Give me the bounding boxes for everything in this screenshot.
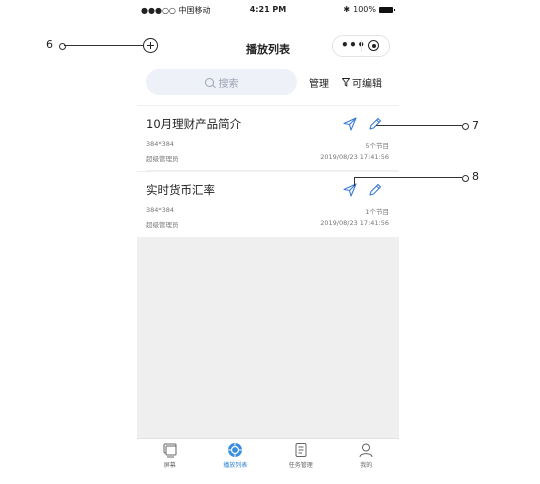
tab-label: 播放列表 (223, 462, 248, 469)
task-icon (295, 443, 307, 457)
tab-playlist[interactable]: 播放列表 (203, 439, 269, 472)
callout-7-dot (462, 123, 469, 130)
search-input[interactable]: 搜索 (146, 69, 297, 95)
edit-icon[interactable] (367, 116, 383, 132)
playlist-card[interactable]: 10月理财产品简介 384*384 5个节目 超级管理员 2019/08/23 … (137, 106, 399, 171)
tab-profile[interactable]: 我的 (334, 439, 400, 472)
playlist-card[interactable]: 实时货币汇率 384*384 1个节目 超级管理员 2019/08/23 17:… (137, 172, 399, 237)
tab-label: 我的 (360, 462, 373, 469)
playlist-title: 实时货币汇率 (146, 183, 215, 197)
callout-8-label: 8 (472, 170, 479, 183)
callout-8-line (354, 177, 462, 178)
playlist-date: 2019/08/23 17:41:56 (320, 219, 389, 227)
filter-icon (342, 78, 350, 87)
callout-8-connector (354, 177, 355, 186)
playlist-resolution: 384*384 (146, 206, 175, 214)
tab-tasks[interactable]: 任务管理 (268, 439, 334, 472)
close-miniprogram-icon[interactable] (368, 40, 379, 51)
battery-icon (379, 6, 395, 13)
manage-button[interactable]: 管理 (309, 75, 329, 90)
bluetooth-icon: ✱ (343, 5, 351, 14)
edit-icon[interactable] (367, 182, 383, 198)
playlist-owner: 超级管理员 (146, 221, 179, 229)
capsule-divider (361, 40, 362, 52)
program-count: 5个节目 (365, 142, 389, 150)
screen-icon (163, 443, 177, 458)
callout-6-line (64, 45, 144, 46)
phone-screen: ●●●○○ 中国移动 4:21 PM ✱ 100% 播放列表 ••• 搜索 管理… (137, 0, 399, 472)
navigation-bar: 播放列表 ••• (137, 20, 399, 60)
list-toolbar: 搜索 管理 可编辑 (137, 60, 399, 105)
callout-7-line (376, 125, 462, 126)
profile-icon (359, 443, 373, 458)
search-placeholder: 搜索 (218, 78, 239, 90)
tab-bar: 屏幕 播放列表 任务管理 我的 (137, 438, 399, 472)
playlist-resolution: 384*384 (146, 140, 175, 148)
playlist-owner: 超级管理员 (146, 155, 179, 163)
send-icon[interactable] (342, 182, 358, 198)
callout-8-dot (462, 175, 469, 182)
callout-7-label: 7 (472, 119, 479, 132)
tab-label: 屏幕 (163, 462, 176, 469)
callout-6-label: 6 (46, 38, 53, 51)
playlist-title: 10月理财产品简介 (146, 117, 242, 131)
editable-filter-button[interactable]: 可编辑 (342, 75, 382, 90)
tab-label: 任务管理 (288, 462, 313, 469)
program-count: 1个节目 (365, 208, 389, 216)
miniprogram-capsule: ••• (332, 35, 390, 57)
status-bar: ●●●○○ 中国移动 4:21 PM ✱ 100% (137, 0, 399, 20)
playlist-date: 2019/08/23 17:41:56 (320, 153, 389, 161)
search-icon (204, 77, 214, 87)
tab-screen[interactable]: 屏幕 (137, 439, 203, 472)
editable-filter-label: 可编辑 (352, 79, 382, 90)
row-divider (146, 170, 399, 171)
send-icon[interactable] (342, 116, 358, 132)
status-right: ✱ 100% (343, 5, 395, 14)
battery-percent: 100% (353, 5, 376, 14)
playlist-icon (228, 443, 243, 457)
